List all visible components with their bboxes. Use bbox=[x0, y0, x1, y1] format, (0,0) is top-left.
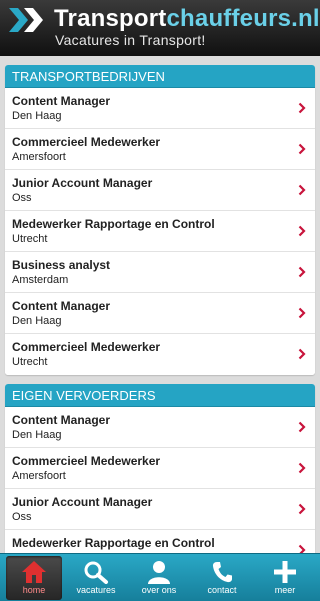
job-location: Oss bbox=[12, 511, 32, 523]
job-location: Oss bbox=[12, 192, 32, 204]
chevron-right-icon bbox=[298, 307, 306, 319]
chevron-right-icon bbox=[298, 184, 306, 196]
job-list-item[interactable]: Junior Account Manager Oss bbox=[5, 170, 315, 211]
job-location: Amersfoort bbox=[12, 470, 66, 482]
chevron-right-icon bbox=[298, 462, 306, 474]
job-list-item[interactable]: Medewerker Rapportage en Control bbox=[5, 530, 315, 553]
job-title: Medewerker Rapportage en Control bbox=[12, 536, 215, 550]
job-location: Den Haag bbox=[12, 315, 62, 327]
chevron-right-icon bbox=[298, 544, 306, 553]
job-list-item[interactable]: Commercieel Medewerker Amersfoort bbox=[5, 448, 315, 489]
chevron-right-icon bbox=[298, 348, 306, 360]
logo-arrows-icon bbox=[9, 8, 43, 32]
job-title: Content Manager bbox=[12, 413, 111, 427]
nav-label: home bbox=[22, 585, 46, 595]
user-icon bbox=[148, 561, 170, 584]
job-title: Content Manager bbox=[12, 94, 111, 108]
nav-home[interactable]: home bbox=[6, 556, 62, 600]
nav-over-ons[interactable]: over ons bbox=[131, 556, 187, 600]
job-title: Medewerker Rapportage en Control bbox=[12, 217, 215, 231]
job-list-item[interactable]: Commercieel Medewerker Utrecht bbox=[5, 334, 315, 375]
job-list-item[interactable]: Content Manager Den Haag bbox=[5, 88, 315, 129]
brand-part-2: chauffeurs.nl bbox=[166, 5, 320, 32]
phone-icon bbox=[212, 562, 232, 583]
job-location: Den Haag bbox=[12, 429, 62, 441]
chevron-right-icon bbox=[298, 102, 306, 114]
job-list-item[interactable]: Medewerker Rapportage en Control Utrecht bbox=[5, 211, 315, 252]
brand-part-1: Transport bbox=[54, 5, 167, 32]
nav-contact[interactable]: contact bbox=[194, 556, 250, 600]
nav-meer[interactable]: meer bbox=[257, 556, 313, 600]
nav-label: over ons bbox=[141, 585, 177, 595]
plus-icon bbox=[274, 561, 296, 583]
job-location: Den Haag bbox=[12, 110, 62, 122]
job-list-item[interactable]: Junior Account Manager Oss bbox=[5, 489, 315, 530]
job-title: Content Manager bbox=[12, 299, 111, 313]
job-list-item[interactable]: Content Manager Den Haag bbox=[5, 407, 315, 448]
search-icon bbox=[84, 561, 108, 584]
section-title: EIGEN VERVOERDERS bbox=[5, 384, 315, 407]
chevron-right-icon bbox=[298, 266, 306, 278]
job-location: Utrecht bbox=[12, 356, 48, 368]
section-eigen-vervoerders: EIGEN VERVOERDERS Content Manager Den Ha… bbox=[5, 384, 315, 553]
job-title: Business analyst bbox=[12, 258, 111, 272]
chevron-right-icon bbox=[298, 225, 306, 237]
job-location: Utrecht bbox=[12, 233, 48, 245]
nav-label: meer bbox=[274, 585, 296, 595]
job-title: Commercieel Medewerker bbox=[12, 454, 161, 468]
section-transportbedrijven: TRANSPORTBEDRIJVEN Content Manager Den H… bbox=[5, 65, 315, 375]
nav-label: contact bbox=[207, 585, 237, 595]
chevron-right-icon bbox=[298, 421, 306, 433]
home-icon bbox=[22, 561, 46, 583]
job-title: Commercieel Medewerker bbox=[12, 135, 161, 149]
app-header: Transportchauffeurs.nl Vacatures in Tran… bbox=[0, 0, 320, 56]
job-list-item[interactable]: Content Manager Den Haag bbox=[5, 293, 315, 334]
nav-label: vacatures bbox=[76, 585, 116, 595]
job-location: Amsterdam bbox=[12, 274, 69, 286]
bottom-nav-bar: home vacatures over ons contact meer bbox=[0, 553, 320, 601]
brand-logo[interactable]: Transportchauffeurs.nl bbox=[54, 5, 320, 33]
chevron-right-icon bbox=[298, 503, 306, 515]
job-title: Junior Account Manager bbox=[12, 176, 153, 190]
job-title: Junior Account Manager bbox=[12, 495, 153, 509]
job-list-item[interactable]: Commercieel Medewerker Amersfoort bbox=[5, 129, 315, 170]
job-list-item[interactable]: Business analyst Amsterdam bbox=[5, 252, 315, 293]
job-title: Commercieel Medewerker bbox=[12, 340, 161, 354]
job-list-container[interactable]: TRANSPORTBEDRIJVEN Content Manager Den H… bbox=[0, 56, 320, 553]
job-location: Amersfoort bbox=[12, 151, 66, 163]
chevron-right-icon bbox=[298, 143, 306, 155]
nav-vacatures[interactable]: vacatures bbox=[68, 556, 124, 600]
section-title: TRANSPORTBEDRIJVEN bbox=[5, 65, 315, 88]
brand-tagline: Vacatures in Transport! bbox=[55, 32, 206, 48]
